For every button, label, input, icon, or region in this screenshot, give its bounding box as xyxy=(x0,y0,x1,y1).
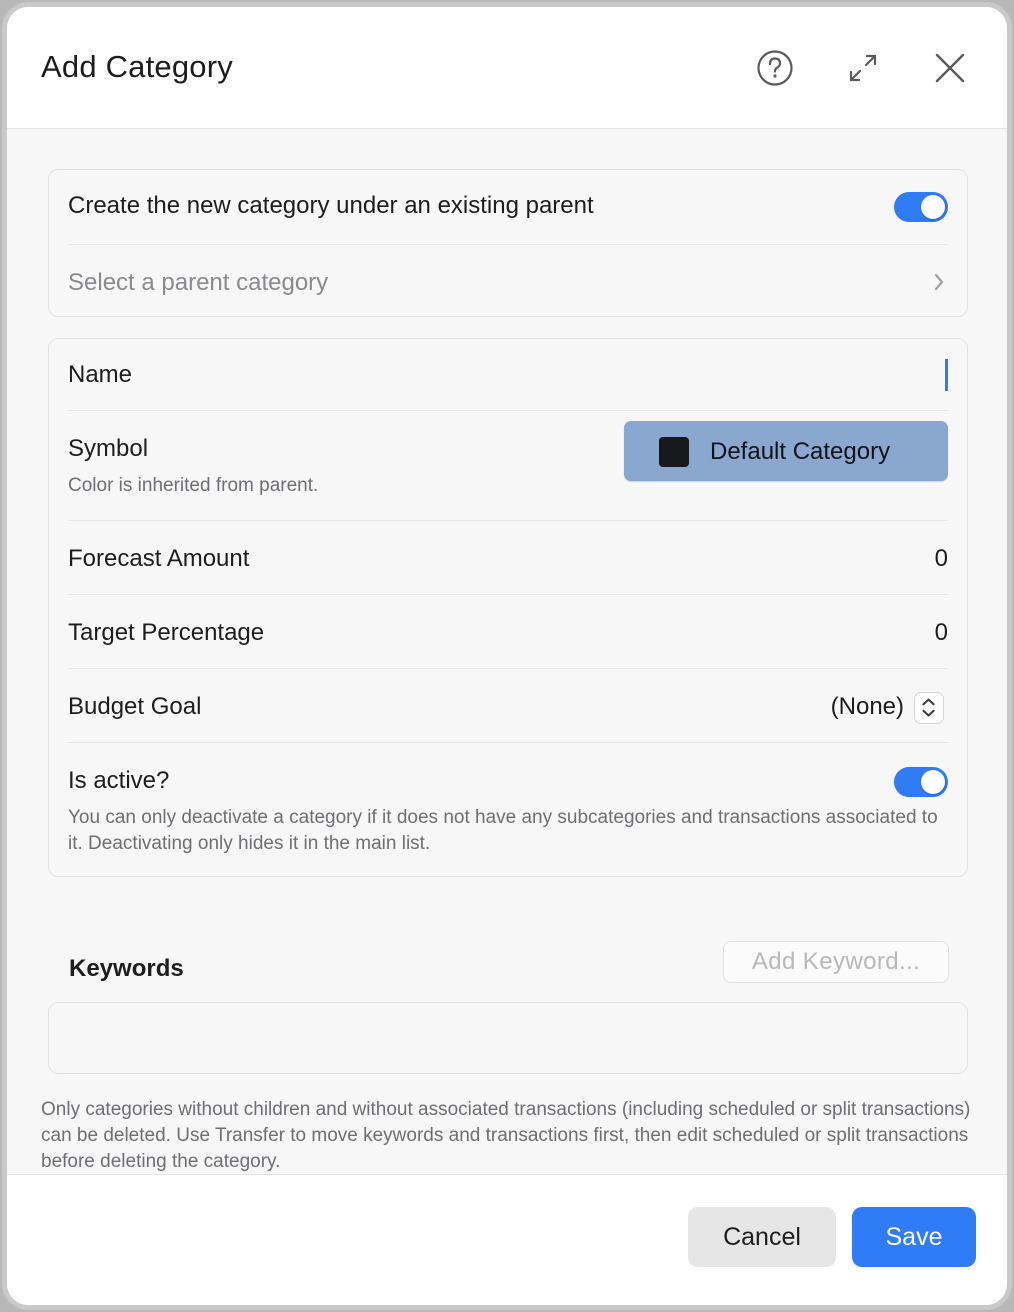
color-swatch xyxy=(659,437,689,467)
active-row: Is active? You can only deactivate a cat… xyxy=(68,743,948,877)
target-input[interactable]: 0 xyxy=(935,619,948,647)
chevron-updown-icon[interactable] xyxy=(914,692,944,724)
dialog-title: Add Category xyxy=(41,49,233,84)
add-category-dialog: Add Category Create the new category und… xyxy=(2,2,1012,1310)
close-icon[interactable] xyxy=(927,45,973,91)
add-keyword-button[interactable]: Add Keyword... xyxy=(723,941,949,983)
dialog-footer: Cancel Save xyxy=(7,1174,1007,1305)
active-label: Is active? xyxy=(68,767,170,794)
keywords-label: Keywords xyxy=(69,955,184,982)
dialog-content: Create the new category under an existin… xyxy=(7,129,1007,1174)
symbol-button[interactable]: Default Category xyxy=(624,421,948,481)
expand-icon[interactable] xyxy=(840,45,886,91)
target-row: Target Percentage 0 xyxy=(68,595,948,669)
target-label: Target Percentage xyxy=(68,619,265,646)
help-icon[interactable] xyxy=(752,45,798,91)
active-toggle[interactable] xyxy=(894,767,948,797)
keywords-list[interactable] xyxy=(48,1002,968,1074)
name-row: Name xyxy=(68,339,948,411)
fields-group: Name Symbol Color is inherited from pare… xyxy=(48,338,968,877)
save-button[interactable]: Save xyxy=(852,1207,976,1267)
chevron-right-icon xyxy=(930,269,948,295)
cancel-button[interactable]: Cancel xyxy=(688,1207,836,1267)
parent-toggle-label: Create the new category under an existin… xyxy=(68,192,594,219)
parent-toggle[interactable] xyxy=(894,192,948,222)
forecast-row: Forecast Amount 0 xyxy=(68,521,948,595)
forecast-label: Forecast Amount xyxy=(68,545,250,572)
forecast-input[interactable]: 0 xyxy=(935,545,948,573)
budget-row: Budget Goal (None) xyxy=(68,669,948,743)
delete-info-note: Only categories without children and wit… xyxy=(41,1099,971,1172)
parent-select-placeholder: Select a parent category xyxy=(68,269,329,296)
symbol-label: Symbol xyxy=(68,435,149,462)
parent-toggle-row: Create the new category under an existin… xyxy=(68,170,948,245)
symbol-button-label: Default Category xyxy=(710,438,891,465)
parent-group: Create the new category under an existin… xyxy=(48,169,968,317)
dialog-header: Add Category xyxy=(7,7,1007,129)
parent-select-row[interactable]: Select a parent category xyxy=(68,245,948,317)
active-note: You can only deactivate a category if it… xyxy=(68,807,938,854)
text-cursor xyxy=(945,359,948,391)
name-label: Name xyxy=(68,361,133,388)
symbol-row: Symbol Color is inherited from parent. D… xyxy=(68,411,948,521)
budget-label: Budget Goal xyxy=(68,693,202,720)
budget-select[interactable]: (None) xyxy=(831,693,904,721)
name-input[interactable] xyxy=(268,355,948,395)
symbol-note: Color is inherited from parent. xyxy=(68,475,319,496)
